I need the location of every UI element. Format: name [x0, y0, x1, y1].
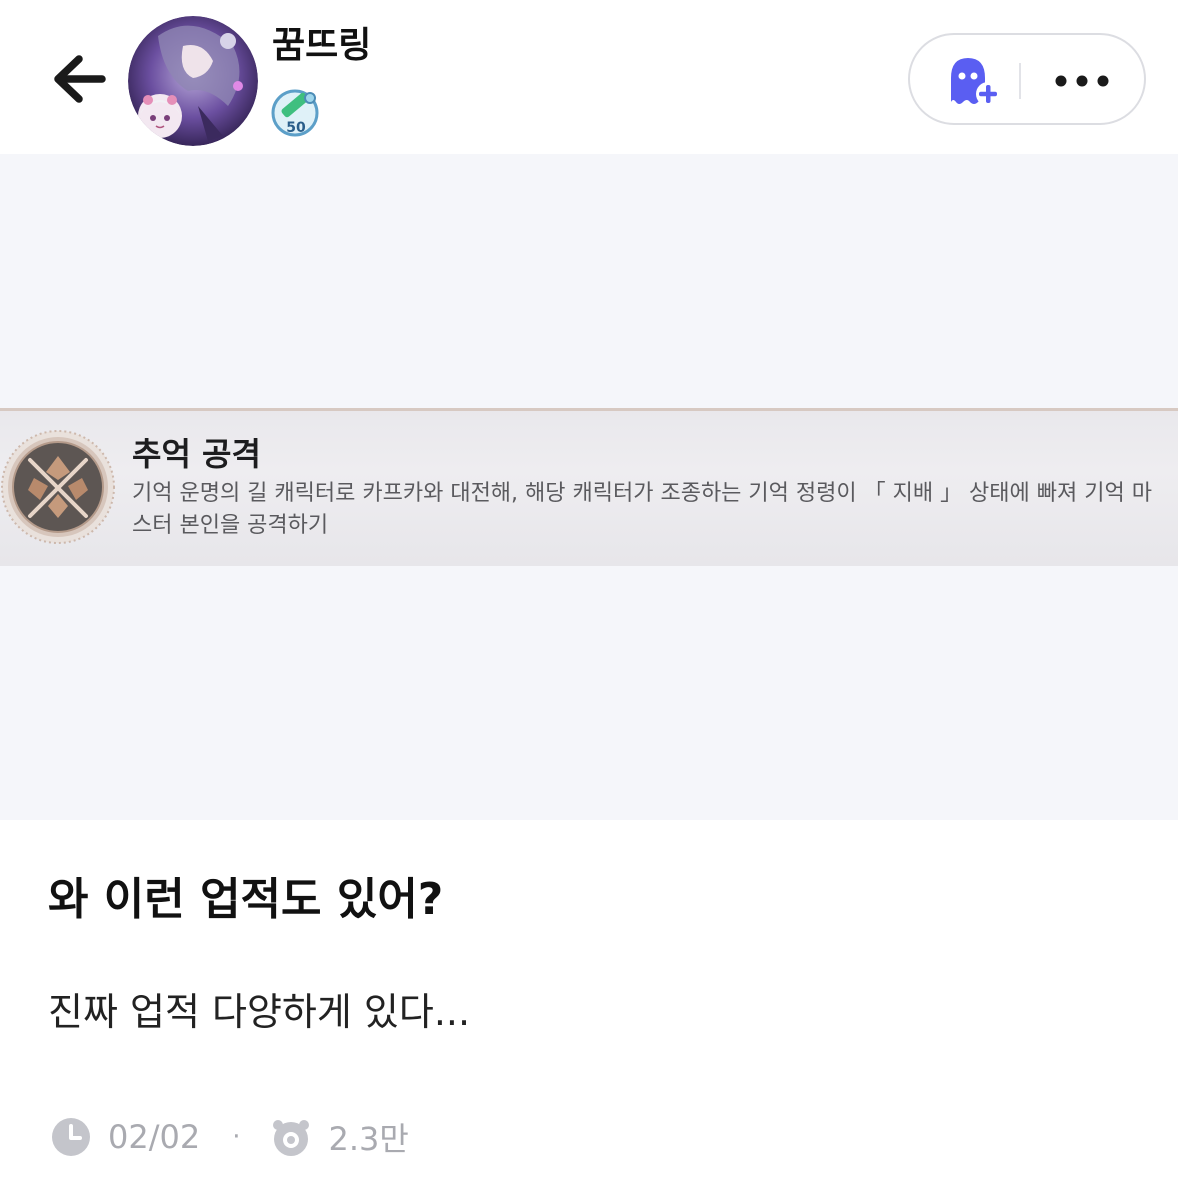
level-badge-icon: 50 [271, 89, 319, 137]
avatar[interactable] [128, 16, 258, 146]
meta-separator: · [232, 1122, 241, 1152]
action-pill [908, 33, 1146, 125]
achievement-banner: 추억 공격 기억 운명의 길 캐릭터로 카프카와 대전해, 해당 캐릭터가 조종… [0, 408, 1178, 566]
ghost-plus-icon [951, 58, 1000, 106]
more-dots-icon [1055, 75, 1109, 87]
arrow-left-icon [54, 55, 106, 103]
level-badge: 50 [268, 86, 322, 140]
more-button[interactable] [1050, 53, 1114, 109]
view-count-icon [273, 1120, 310, 1156]
pill-divider [1019, 63, 1021, 99]
post-body: 진짜 업적 다양하게 있다... [48, 990, 471, 1034]
back-button[interactable] [44, 44, 114, 114]
post-date: 02/02 [108, 1118, 201, 1156]
banner-divider [0, 408, 1178, 411]
follow-button[interactable] [942, 53, 1004, 109]
view-count: 2.3만 [328, 1120, 409, 1158]
avatar-image [128, 16, 258, 146]
post-title: 와 이런 업적도 있어? [48, 874, 444, 925]
post-header: 꿈뜨링 50 [0, 0, 1178, 154]
achievement-title: 추억 공격 [132, 435, 261, 473]
username[interactable]: 꿈뜨링 [272, 20, 371, 72]
level-badge-number: 50 [286, 120, 306, 136]
achievement-description: 기억 운명의 길 캐릭터로 카프카와 대전해, 해당 캐릭터가 조종하는 기억 … [132, 481, 1152, 538]
achievement-emblem-icon [0, 428, 118, 546]
clock-icon [52, 1118, 90, 1156]
post-image[interactable]: 추억 공격 기억 운명의 길 캐릭터로 카프카와 대전해, 해당 캐릭터가 조종… [0, 154, 1178, 820]
post-meta: 02/02 · 2.3만 [50, 1112, 409, 1162]
